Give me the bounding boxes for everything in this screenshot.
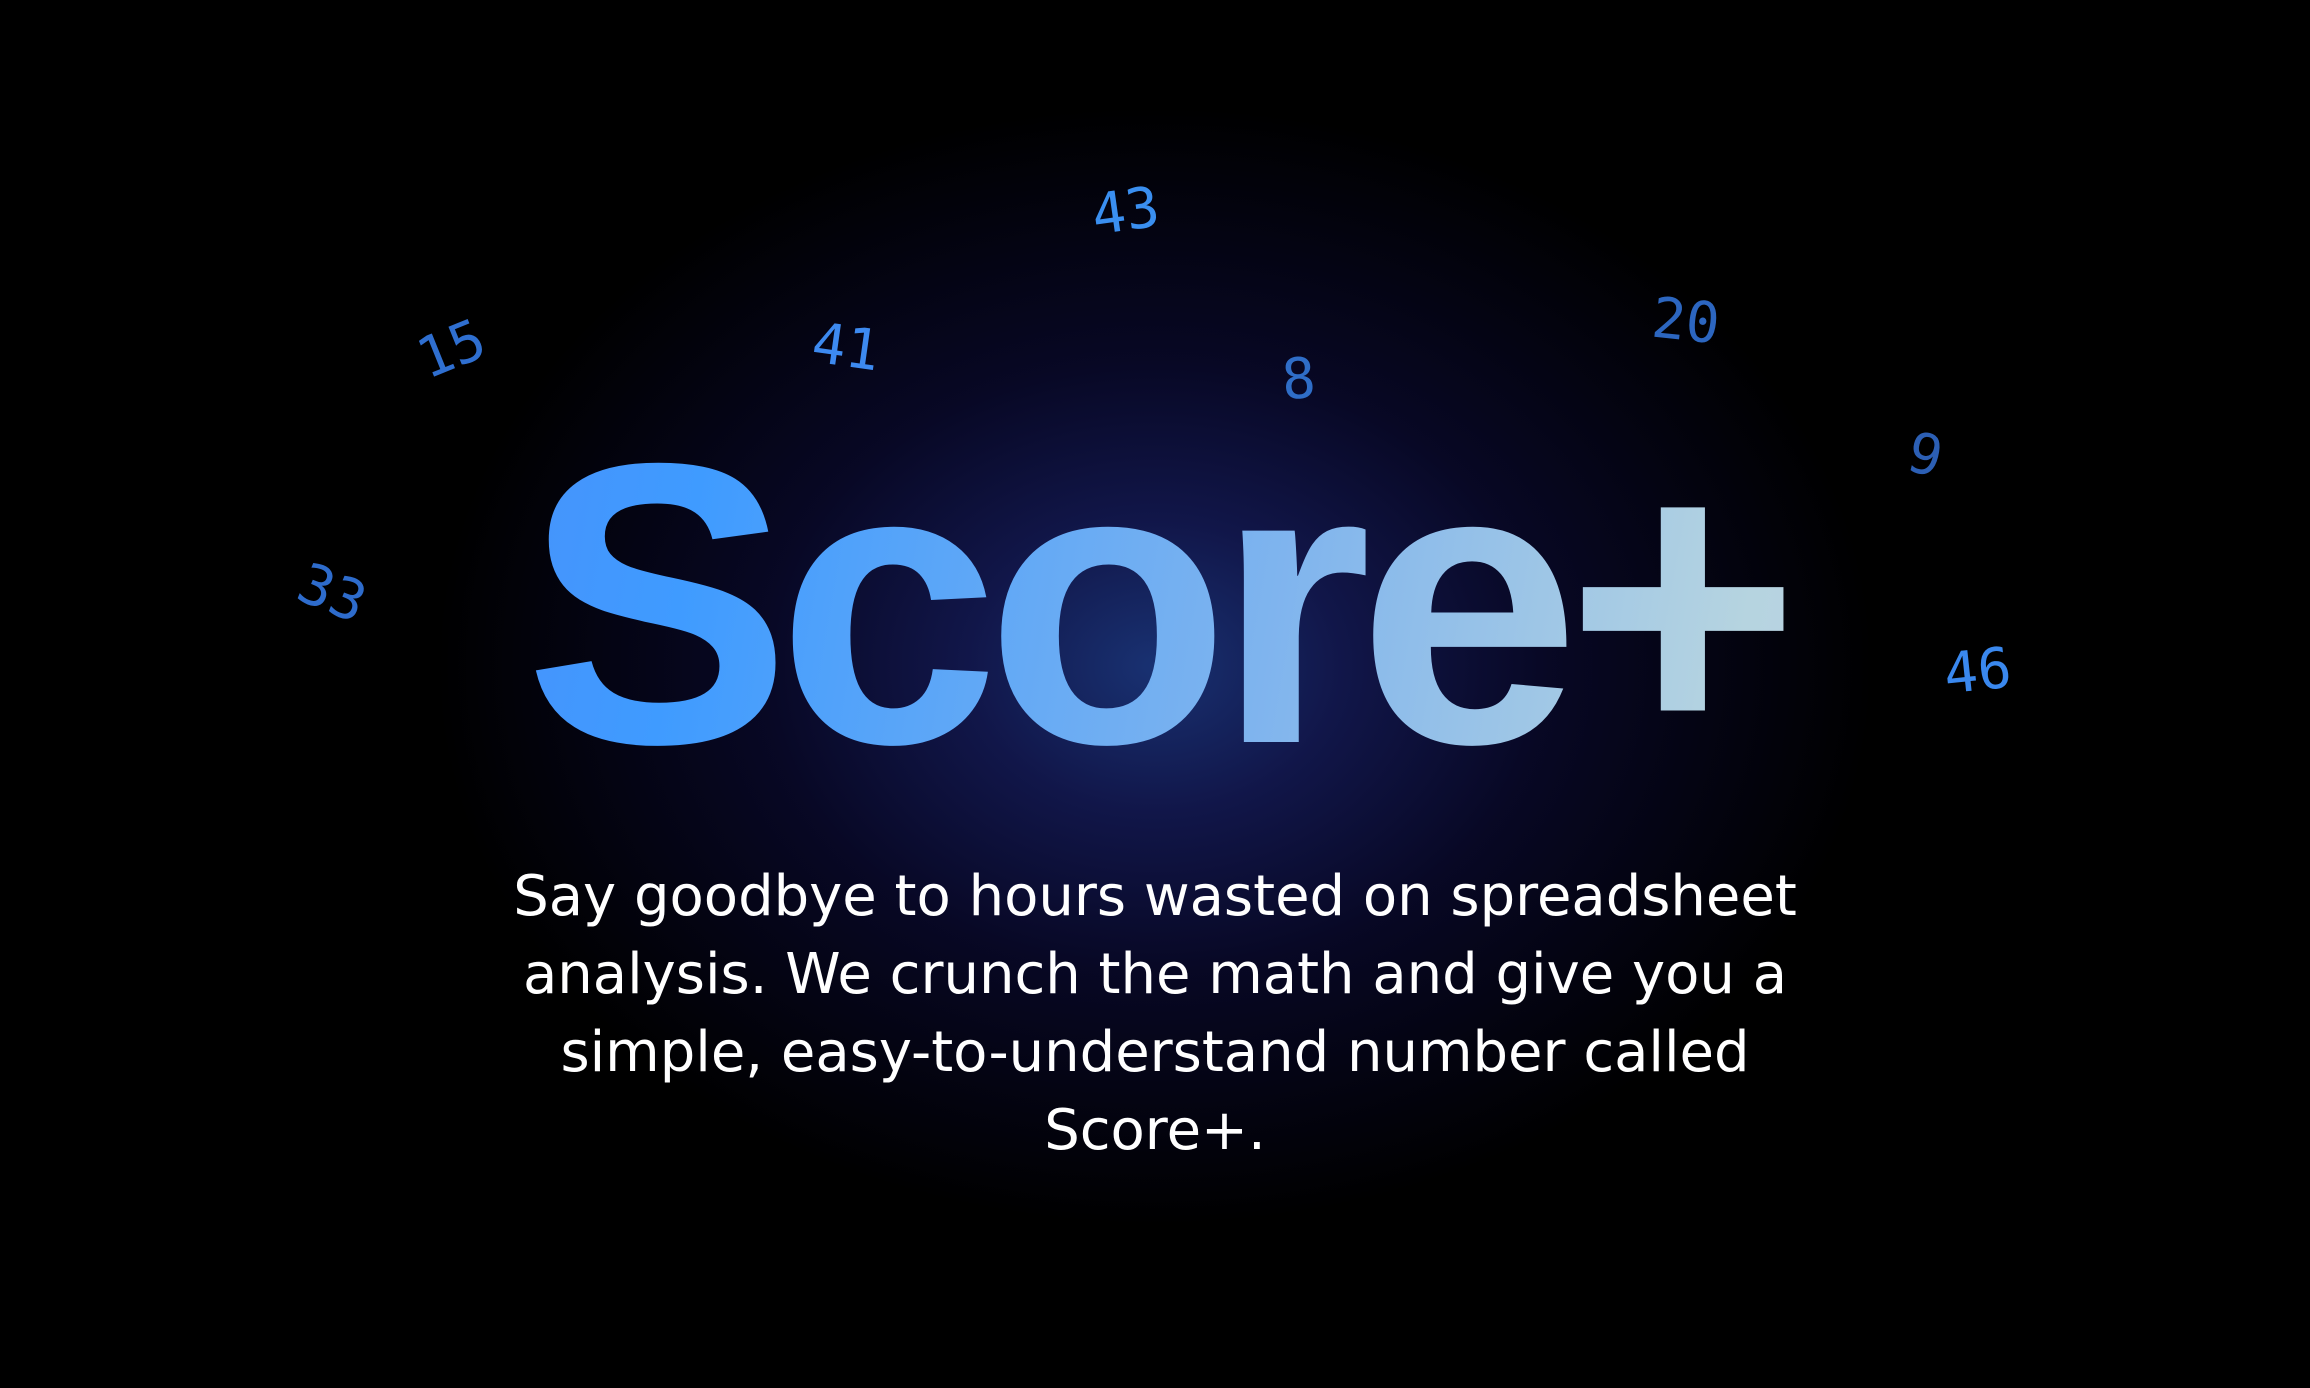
floating-number: 15	[408, 306, 495, 393]
floating-number: 20	[1648, 285, 1723, 358]
hero-title: Score+	[0, 404, 2310, 804]
floating-number: 43	[1087, 174, 1164, 249]
hero-section: 43 15 41 8 20 9 33 46 Score+ Say goodbye…	[0, 0, 2310, 1388]
hero-tagline: Say goodbye to hours wasted on spreadshe…	[513, 864, 1797, 1163]
hero-title-text: Score+	[524, 380, 1786, 827]
floating-number: 41	[807, 310, 884, 385]
